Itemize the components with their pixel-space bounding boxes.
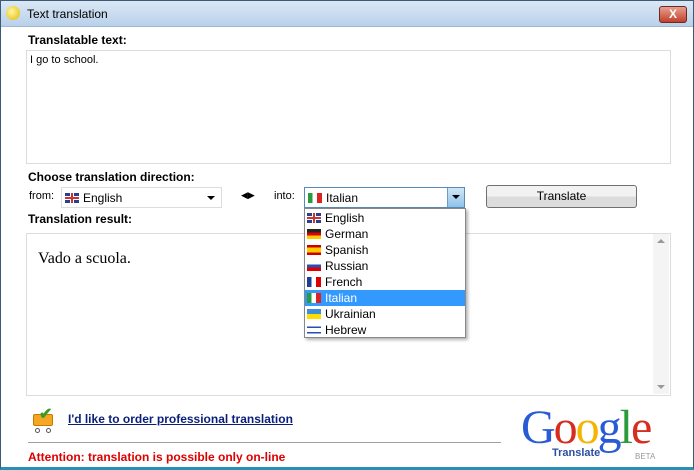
translation-window: Text translation X Translatable text: I …	[0, 0, 694, 470]
option-label: Russian	[325, 259, 369, 273]
language-option-italian[interactable]: Italian	[305, 290, 465, 306]
italy-flag-icon	[307, 293, 321, 303]
language-option-russian[interactable]: Russian	[305, 258, 465, 274]
italy-flag-icon	[308, 192, 322, 203]
swap-arrows-icon[interactable]: ◀▶	[241, 190, 255, 201]
scroll-down-icon[interactable]	[657, 385, 665, 389]
attention-message: Attention: translation is possible only …	[28, 450, 286, 464]
source-textarea[interactable]: I go to school.	[26, 50, 671, 164]
into-language-value: Italian	[326, 190, 359, 205]
language-option-ukrainian[interactable]: Ukrainian	[305, 306, 465, 322]
logo-subtitle: Translate	[552, 447, 601, 459]
language-option-french[interactable]: French	[305, 274, 465, 290]
israel-flag-icon	[307, 325, 321, 335]
russia-flag-icon	[307, 261, 321, 271]
germany-flag-icon	[307, 229, 321, 239]
from-language-select[interactable]: English	[61, 187, 222, 208]
option-label: Spanish	[325, 243, 369, 257]
ukraine-flag-icon	[307, 309, 321, 319]
close-button[interactable]: X	[659, 6, 687, 23]
spain-flag-icon	[307, 245, 321, 255]
into-language-select[interactable]: Italian	[304, 187, 465, 208]
language-option-spanish[interactable]: Spanish	[305, 242, 465, 258]
source-label: Translatable text:	[28, 33, 127, 47]
language-option-english[interactable]: English	[305, 210, 465, 226]
window-title: Text translation	[27, 7, 108, 21]
order-translation-link[interactable]: I'd like to order professional translati…	[68, 412, 293, 426]
app-icon	[6, 6, 20, 20]
chevron-down-icon	[452, 195, 460, 199]
result-label: Translation result:	[28, 212, 133, 226]
result-scrollbar[interactable]	[653, 234, 669, 394]
translate-button[interactable]: Translate	[486, 185, 637, 208]
divider	[28, 442, 501, 443]
language-option-hebrew[interactable]: Hebrew	[305, 322, 465, 338]
shopping-cart-icon[interactable]: ✔	[29, 404, 59, 434]
option-label: French	[325, 275, 363, 289]
language-dropdown-list: English German Spanish Russian French It…	[304, 208, 466, 338]
option-label: German	[325, 227, 369, 241]
option-label: Ukrainian	[325, 307, 376, 321]
uk-flag-icon	[307, 213, 321, 223]
option-label: Italian	[325, 291, 358, 305]
title-bar: Text translation X	[1, 1, 693, 27]
uk-flag-icon	[65, 192, 79, 203]
france-flag-icon	[307, 277, 321, 287]
chevron-down-icon	[207, 196, 215, 200]
option-label: English	[325, 211, 365, 225]
from-language-value: English	[83, 190, 123, 205]
scroll-up-icon[interactable]	[657, 239, 665, 243]
from-label: from:	[29, 190, 55, 202]
dropdown-button[interactable]	[447, 188, 464, 207]
into-label: into:	[274, 190, 295, 202]
logo-beta: BETA	[635, 452, 656, 461]
option-label: Hebrew	[325, 323, 367, 337]
language-option-german[interactable]: German	[305, 226, 465, 242]
direction-label: Choose translation direction:	[28, 170, 195, 184]
